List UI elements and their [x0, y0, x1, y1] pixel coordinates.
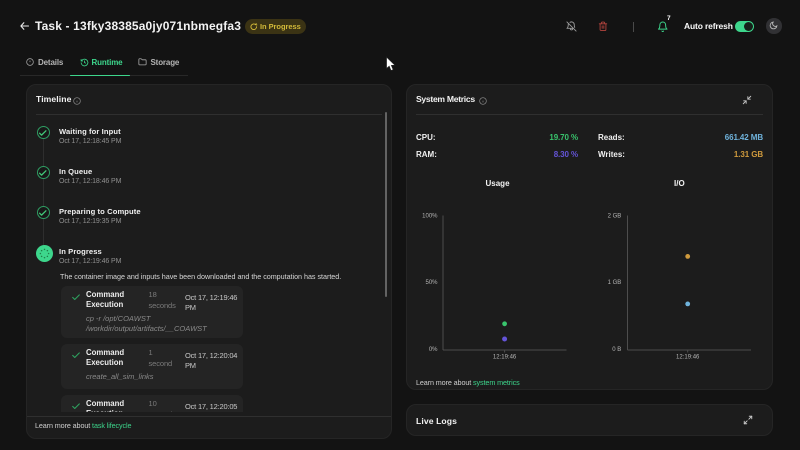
- svg-text:1 GB: 1 GB: [608, 280, 622, 286]
- svg-text:12:19:46: 12:19:46: [493, 355, 517, 361]
- svg-text:12:19:46: 12:19:46: [676, 355, 700, 361]
- svg-text:50%: 50%: [425, 280, 438, 286]
- svg-text:0%: 0%: [429, 347, 438, 353]
- svg-text:100%: 100%: [422, 214, 438, 220]
- svg-text:0 B: 0 B: [612, 347, 621, 353]
- svg-text:2 GB: 2 GB: [608, 214, 622, 220]
